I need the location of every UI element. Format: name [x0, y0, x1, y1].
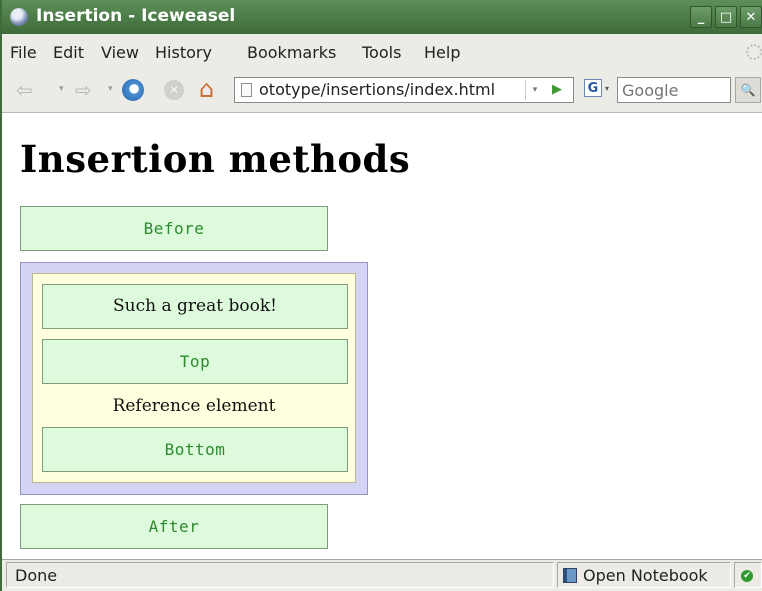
- bottom-element: Bottom: [42, 427, 348, 472]
- page-title: Insertion methods: [20, 137, 411, 181]
- reload-icon[interactable]: [122, 79, 144, 101]
- stop-icon[interactable]: ✕: [164, 80, 184, 100]
- status-ok-panel: ✔: [734, 562, 762, 588]
- notebook-icon: [563, 568, 577, 583]
- search-magnifier-icon[interactable]: 🔍: [735, 77, 761, 103]
- status-text: Done: [15, 566, 58, 585]
- menu-file[interactable]: File: [10, 43, 37, 62]
- search-bar: [617, 77, 731, 103]
- google-engine-icon[interactable]: G: [584, 79, 602, 97]
- search-input[interactable]: [622, 80, 728, 100]
- menu-view[interactable]: View: [101, 43, 139, 62]
- activity-throbber-icon: [746, 44, 762, 60]
- forward-history-dropdown-icon[interactable]: ▾: [108, 84, 113, 94]
- close-button[interactable]: ✕: [740, 6, 762, 28]
- container-box: Such a great book! Top Reference element…: [20, 262, 368, 495]
- before-element: Before: [20, 206, 328, 251]
- open-notebook-label: Open Notebook: [583, 566, 708, 585]
- reference-element: Such a great book! Top Reference element…: [32, 273, 356, 483]
- window-title: Insertion - Iceweasel: [36, 6, 236, 26]
- url-history-dropdown-icon[interactable]: ▾: [525, 80, 544, 100]
- status-panel: Done: [6, 562, 554, 588]
- open-notebook-button[interactable]: Open Notebook: [557, 562, 731, 588]
- page-content: Insertion methods Before Such a great bo…: [2, 113, 762, 559]
- search-engine-dropdown-icon[interactable]: ▾: [605, 84, 609, 93]
- forward-arrow-icon[interactable]: ⇨: [75, 78, 92, 102]
- page-icon: [241, 83, 252, 97]
- minimize-button[interactable]: _: [690, 6, 712, 28]
- menu-tools[interactable]: Tools: [362, 43, 401, 62]
- menu-bookmarks[interactable]: Bookmarks: [247, 43, 336, 62]
- title-bar: Insertion - Iceweasel _ □ ✕: [2, 0, 762, 34]
- address-bar[interactable]: ototype/insertions/index.html ▾ ▶: [234, 77, 574, 103]
- back-arrow-icon[interactable]: ⇦: [16, 78, 33, 102]
- book-text-element: Such a great book!: [42, 284, 348, 329]
- check-ok-icon: ✔: [741, 570, 753, 582]
- menu-bar: File Edit View History Bookmarks Tools H…: [2, 34, 762, 70]
- back-history-dropdown-icon[interactable]: ▾: [59, 84, 64, 94]
- home-icon[interactable]: ⌂: [199, 75, 214, 103]
- url-text[interactable]: ototype/insertions/index.html: [259, 80, 495, 99]
- menu-history[interactable]: History: [155, 43, 212, 62]
- top-element: Top: [42, 339, 348, 384]
- reference-element-label: Reference element: [112, 396, 276, 416]
- browser-window: Insertion - Iceweasel _ □ ✕ File Edit Vi…: [0, 0, 762, 591]
- menu-help[interactable]: Help: [424, 43, 460, 62]
- go-arrow-icon[interactable]: ▶: [547, 80, 567, 100]
- menu-edit[interactable]: Edit: [53, 43, 84, 62]
- after-element: After: [20, 504, 328, 549]
- iceweasel-icon: [10, 8, 28, 26]
- navigation-toolbar: ⇦ ▾ ⇨ ▾ ✕ ⌂ ototype/insertions/index.htm…: [2, 70, 762, 113]
- maximize-button[interactable]: □: [715, 6, 737, 28]
- status-bar: Done Open Notebook ✔: [2, 559, 762, 591]
